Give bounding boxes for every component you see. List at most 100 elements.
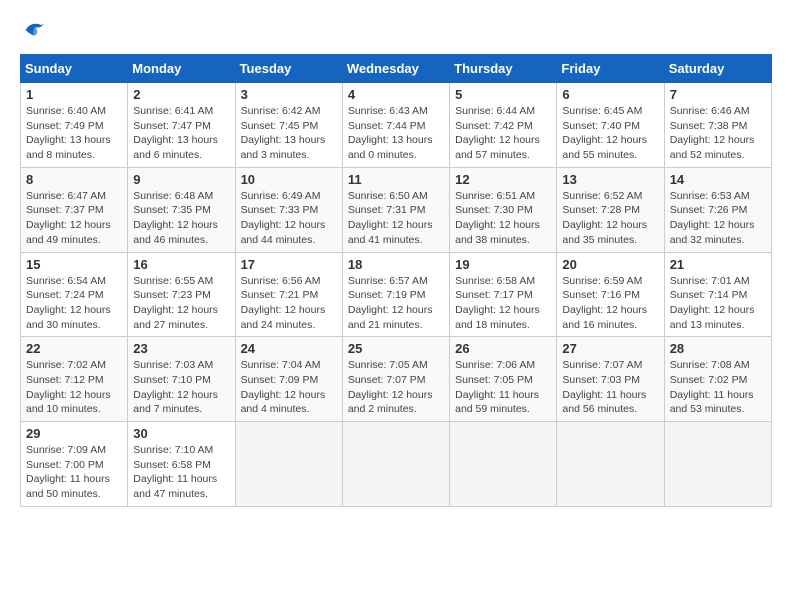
day-number: 7	[670, 87, 766, 102]
col-header-wednesday: Wednesday	[342, 55, 449, 83]
calendar-cell: 5 Sunrise: 6:44 AM Sunset: 7:42 PM Daylig…	[450, 83, 557, 168]
calendar-cell	[235, 422, 342, 507]
day-detail: Sunrise: 6:53 AM Sunset: 7:26 PM Dayligh…	[670, 189, 766, 248]
col-header-tuesday: Tuesday	[235, 55, 342, 83]
day-number: 28	[670, 341, 766, 356]
calendar-cell	[664, 422, 771, 507]
calendar-cell: 19 Sunrise: 6:58 AM Sunset: 7:17 PM Dayli…	[450, 252, 557, 337]
day-number: 8	[26, 172, 122, 187]
calendar-cell: 8 Sunrise: 6:47 AM Sunset: 7:37 PM Daylig…	[21, 167, 128, 252]
calendar-table: SundayMondayTuesdayWednesdayThursdayFrid…	[20, 54, 772, 507]
day-detail: Sunrise: 6:47 AM Sunset: 7:37 PM Dayligh…	[26, 189, 122, 248]
day-number: 30	[133, 426, 229, 441]
day-number: 29	[26, 426, 122, 441]
col-header-saturday: Saturday	[664, 55, 771, 83]
calendar-cell: 10 Sunrise: 6:49 AM Sunset: 7:33 PM Dayli…	[235, 167, 342, 252]
calendar-cell: 22 Sunrise: 7:02 AM Sunset: 7:12 PM Dayli…	[21, 337, 128, 422]
day-number: 24	[241, 341, 337, 356]
calendar-cell: 16 Sunrise: 6:55 AM Sunset: 7:23 PM Dayli…	[128, 252, 235, 337]
calendar-cell: 20 Sunrise: 6:59 AM Sunset: 7:16 PM Dayli…	[557, 252, 664, 337]
day-number: 20	[562, 257, 658, 272]
calendar-cell: 30 Sunrise: 7:10 AM Sunset: 6:58 PM Dayli…	[128, 422, 235, 507]
day-detail: Sunrise: 6:56 AM Sunset: 7:21 PM Dayligh…	[241, 274, 337, 333]
calendar-cell: 18Sunrise: 6:57 AM Sunset: 7:19 PM Dayli…	[342, 252, 449, 337]
day-detail: Sunrise: 6:46 AM Sunset: 7:38 PM Dayligh…	[670, 104, 766, 163]
col-header-monday: Monday	[128, 55, 235, 83]
calendar-cell	[557, 422, 664, 507]
col-header-sunday: Sunday	[21, 55, 128, 83]
day-detail: Sunrise: 7:05 AM Sunset: 7:07 PM Dayligh…	[348, 358, 444, 417]
calendar-cell: 3Sunrise: 6:42 AM Sunset: 7:45 PM Daylig…	[235, 83, 342, 168]
day-detail: Sunrise: 6:50 AM Sunset: 7:31 PM Dayligh…	[348, 189, 444, 248]
calendar-cell	[450, 422, 557, 507]
day-detail: Sunrise: 7:10 AM Sunset: 6:58 PM Dayligh…	[133, 443, 229, 502]
day-number: 15	[26, 257, 122, 272]
day-number: 16	[133, 257, 229, 272]
day-number: 5	[455, 87, 551, 102]
day-detail: Sunrise: 7:03 AM Sunset: 7:10 PM Dayligh…	[133, 358, 229, 417]
day-detail: Sunrise: 7:02 AM Sunset: 7:12 PM Dayligh…	[26, 358, 122, 417]
day-detail: Sunrise: 7:01 AM Sunset: 7:14 PM Dayligh…	[670, 274, 766, 333]
calendar-cell: 26 Sunrise: 7:06 AM Sunset: 7:05 PM Dayli…	[450, 337, 557, 422]
calendar-cell: 23 Sunrise: 7:03 AM Sunset: 7:10 PM Dayli…	[128, 337, 235, 422]
day-number: 6	[562, 87, 658, 102]
day-number: 19	[455, 257, 551, 272]
day-detail: Sunrise: 6:59 AM Sunset: 7:16 PM Dayligh…	[562, 274, 658, 333]
day-number: 25	[348, 341, 444, 356]
day-detail: Sunrise: 6:45 AM Sunset: 7:40 PM Dayligh…	[562, 104, 658, 163]
day-detail: Sunrise: 6:49 AM Sunset: 7:33 PM Dayligh…	[241, 189, 337, 248]
day-detail: Sunrise: 7:04 AM Sunset: 7:09 PM Dayligh…	[241, 358, 337, 417]
calendar-cell: 27 Sunrise: 7:07 AM Sunset: 7:03 PM Dayli…	[557, 337, 664, 422]
day-number: 10	[241, 172, 337, 187]
calendar-cell: 17 Sunrise: 6:56 AM Sunset: 7:21 PM Dayli…	[235, 252, 342, 337]
calendar-cell: 25 Sunrise: 7:05 AM Sunset: 7:07 PM Dayli…	[342, 337, 449, 422]
day-detail: Sunrise: 7:08 AM Sunset: 7:02 PM Dayligh…	[670, 358, 766, 417]
day-detail: Sunrise: 6:52 AM Sunset: 7:28 PM Dayligh…	[562, 189, 658, 248]
calendar-cell: 7 Sunrise: 6:46 AM Sunset: 7:38 PM Daylig…	[664, 83, 771, 168]
day-detail: Sunrise: 7:06 AM Sunset: 7:05 PM Dayligh…	[455, 358, 551, 417]
day-number: 26	[455, 341, 551, 356]
day-number: 12	[455, 172, 551, 187]
day-number: 13	[562, 172, 658, 187]
day-number: 27	[562, 341, 658, 356]
day-detail: Sunrise: 6:48 AM Sunset: 7:35 PM Dayligh…	[133, 189, 229, 248]
calendar-cell: 9 Sunrise: 6:48 AM Sunset: 7:35 PM Daylig…	[128, 167, 235, 252]
calendar-cell: 1Sunrise: 6:40 AM Sunset: 7:49 PM Daylig…	[21, 83, 128, 168]
calendar-cell: 4 Sunrise: 6:43 AM Sunset: 7:44 PM Daylig…	[342, 83, 449, 168]
day-detail: Sunrise: 6:44 AM Sunset: 7:42 PM Dayligh…	[455, 104, 551, 163]
day-detail: Sunrise: 6:54 AM Sunset: 7:24 PM Dayligh…	[26, 274, 122, 333]
calendar-cell: 28 Sunrise: 7:08 AM Sunset: 7:02 PM Dayli…	[664, 337, 771, 422]
logo	[20, 16, 52, 44]
calendar-cell	[342, 422, 449, 507]
day-number: 9	[133, 172, 229, 187]
day-number: 23	[133, 341, 229, 356]
day-detail: Sunrise: 6:55 AM Sunset: 7:23 PM Dayligh…	[133, 274, 229, 333]
day-detail: Sunrise: 6:58 AM Sunset: 7:17 PM Dayligh…	[455, 274, 551, 333]
calendar-cell: 15 Sunrise: 6:54 AM Sunset: 7:24 PM Dayli…	[21, 252, 128, 337]
logo-bird-icon	[20, 16, 48, 44]
day-detail: Sunrise: 6:51 AM Sunset: 7:30 PM Dayligh…	[455, 189, 551, 248]
day-detail: Sunrise: 7:07 AM Sunset: 7:03 PM Dayligh…	[562, 358, 658, 417]
header	[20, 16, 772, 44]
day-number: 4	[348, 87, 444, 102]
calendar-cell: 24 Sunrise: 7:04 AM Sunset: 7:09 PM Dayli…	[235, 337, 342, 422]
day-number: 21	[670, 257, 766, 272]
calendar-cell: 21 Sunrise: 7:01 AM Sunset: 7:14 PM Dayli…	[664, 252, 771, 337]
calendar-cell: 13 Sunrise: 6:52 AM Sunset: 7:28 PM Dayli…	[557, 167, 664, 252]
calendar-cell: 2Sunrise: 6:41 AM Sunset: 7:47 PM Daylig…	[128, 83, 235, 168]
calendar-cell: 11 Sunrise: 6:50 AM Sunset: 7:31 PM Dayli…	[342, 167, 449, 252]
day-number: 22	[26, 341, 122, 356]
calendar-cell: 29 Sunrise: 7:09 AM Sunset: 7:00 PM Dayli…	[21, 422, 128, 507]
day-detail: Sunrise: 7:09 AM Sunset: 7:00 PM Dayligh…	[26, 443, 122, 502]
day-number: 11	[348, 172, 444, 187]
calendar-cell: 12 Sunrise: 6:51 AM Sunset: 7:30 PM Dayli…	[450, 167, 557, 252]
day-detail: Sunrise: 6:43 AM Sunset: 7:44 PM Dayligh…	[348, 104, 444, 163]
day-number: 2	[133, 87, 229, 102]
day-number: 17	[241, 257, 337, 272]
calendar-cell: 6 Sunrise: 6:45 AM Sunset: 7:40 PM Daylig…	[557, 83, 664, 168]
col-header-friday: Friday	[557, 55, 664, 83]
day-number: 18	[348, 257, 444, 272]
calendar-cell: 14Sunrise: 6:53 AM Sunset: 7:26 PM Dayli…	[664, 167, 771, 252]
day-detail: Sunrise: 6:40 AM Sunset: 7:49 PM Dayligh…	[26, 104, 122, 163]
day-detail: Sunrise: 6:42 AM Sunset: 7:45 PM Dayligh…	[241, 104, 337, 163]
